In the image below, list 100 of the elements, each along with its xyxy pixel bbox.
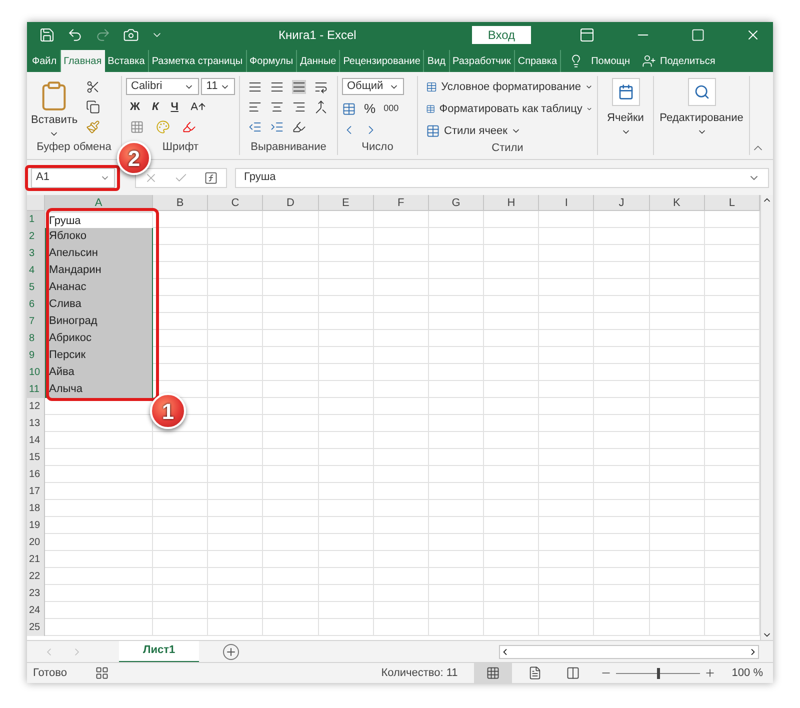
add-sheet-icon[interactable] [225,646,238,658]
row-header[interactable]: 11 [27,381,45,398]
table-cell: Виноград [45,313,153,330]
tell-me-field[interactable]: Помощн [591,54,630,68]
formula-input[interactable]: Груша [235,168,769,188]
number-format-field[interactable]: Общий [342,78,404,95]
copy-icon[interactable] [86,100,100,114]
zoom-thumb[interactable] [656,668,660,678]
status-text: Готово [33,666,67,681]
column-header[interactable]: K [650,195,705,213]
row-header[interactable]: 24 [27,602,45,619]
group-label: Стили [490,141,524,156]
row-header[interactable]: 5 [27,279,45,296]
group-label: Число [360,140,394,155]
group-label: Выравнивание [250,140,328,155]
underline-button[interactable]: Ч [170,99,178,116]
column-header[interactable]: G [428,195,484,213]
column-header[interactable]: I [539,195,594,213]
row-header[interactable]: 17 [27,483,45,500]
horizontal-scrollbar[interactable] [499,644,759,658]
row-header[interactable]: 3 [27,245,45,262]
table-cell: Алыча [45,381,153,398]
row-header[interactable]: 12 [27,398,45,415]
brush-icon[interactable] [86,120,100,134]
row-header[interactable]: 16 [27,466,45,483]
name-box[interactable]: A1 [31,168,115,188]
editing-button[interactable]: Редактирование [658,76,745,136]
fill-color-icon[interactable] [156,120,170,134]
maximize-icon[interactable] [691,28,705,42]
font-size-field[interactable]: 11 [201,78,235,95]
vertical-scrollbar[interactable] [760,195,773,640]
column-header[interactable]: D [263,195,319,213]
row-header[interactable]: 23 [27,585,45,602]
save-icon[interactable] [39,27,55,43]
italic-button[interactable]: К [152,99,159,116]
table-cell: Мандарин [45,262,153,279]
font-name-field[interactable]: Calibri [126,78,200,95]
column-header[interactable]: C [208,195,264,213]
count-text: Количество: 11 [381,666,458,681]
align-left-icon[interactable] [248,100,262,114]
page-layout-icon[interactable] [528,666,542,680]
zoom-in-icon[interactable] [704,667,716,679]
row-header[interactable]: 15 [27,449,45,466]
row-header[interactable]: 2 [27,228,45,245]
column-header[interactable]: H [484,195,540,213]
table-icon [426,80,438,94]
row-header[interactable]: 20 [27,534,45,551]
function-icon[interactable] [204,170,218,184]
thousands-button[interactable]: 000 [384,102,399,116]
row-header[interactable]: 18 [27,500,45,517]
merge-icon[interactable] [314,100,328,114]
row-header[interactable]: 10 [27,364,45,381]
row-header[interactable]: 9 [27,347,45,364]
signin-button[interactable]: Вход [472,26,531,44]
ribbon-tab[interactable]: Главная [60,50,105,72]
indent-decrease-icon[interactable] [248,120,262,134]
row-header[interactable]: 6 [27,296,45,313]
styles-menu-button[interactable]: Условное форматирование [426,78,593,96]
sheet-tab[interactable]: Лист1 [119,640,200,662]
table-cell: Айва [45,364,153,381]
row-header[interactable]: 8 [27,330,45,347]
align-right-icon[interactable] [292,100,306,114]
table-cell: Апельсин [45,245,153,262]
group-label: Буфер обмена [36,140,112,155]
row-header[interactable]: 4 [27,262,45,279]
zoom-text: 100 % [732,666,763,681]
row-header[interactable]: 21 [27,551,45,568]
styles-menu-button[interactable]: Стили ячеек [426,122,593,140]
row-header[interactable]: 25 [27,619,45,636]
table-icon [426,124,440,138]
borders-icon[interactable] [130,120,144,134]
scissors-icon[interactable] [86,80,100,94]
share-button[interactable]: Поделиться [642,50,716,72]
row-header[interactable]: 19 [27,517,45,534]
table-cell: Слива [45,296,153,313]
bold-button[interactable]: Ж [130,99,140,116]
row-header[interactable]: 7 [27,313,45,330]
person-plus-icon [642,54,656,68]
camera-icon[interactable] [123,27,139,43]
undo-icon[interactable] [67,27,83,43]
column-header[interactable]: J [594,195,650,213]
percent-button[interactable]: % [364,99,376,118]
paste-button[interactable]: Вставить [31,80,78,138]
indent-increase-icon[interactable] [270,120,284,134]
table-cell: Ананас [45,279,153,296]
page-break-icon[interactable] [566,666,580,680]
styles-menu-button[interactable]: Форматировать как таблицу [426,100,593,118]
table-cell: Абрикос [45,330,153,347]
column-header[interactable]: E [318,195,374,213]
row-header[interactable]: 13 [27,415,45,432]
ribbon-display-icon[interactable] [579,27,595,43]
normal-view-icon[interactable] [486,666,500,680]
window-title: Книга1 - Excel [278,28,356,42]
column-header[interactable]: F [374,195,429,213]
align-center-icon[interactable] [270,100,284,114]
wrap-text-icon[interactable] [314,80,328,94]
row-header[interactable]: 14 [27,432,45,449]
row-header[interactable]: 22 [27,568,45,585]
cells-button[interactable]: Ячейки [602,76,649,136]
group-label: Шрифт [161,140,200,155]
